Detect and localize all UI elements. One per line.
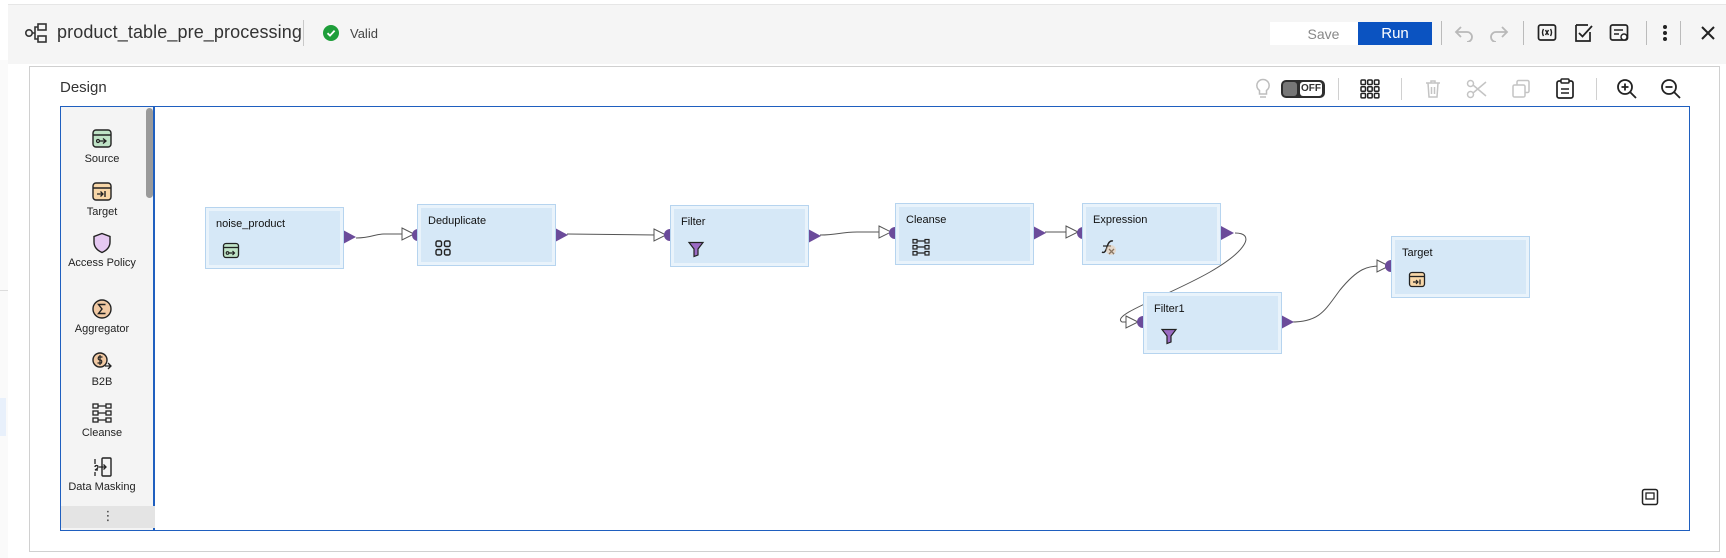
valid-check-icon — [323, 25, 339, 41]
cleanse-icon — [92, 403, 112, 423]
aggregator-icon — [92, 299, 112, 319]
fit-to-screen-icon[interactable] — [1641, 488, 1659, 506]
toolbar-divider — [1646, 21, 1647, 45]
access-policy-icon — [93, 232, 111, 254]
toolbar-divider — [1680, 21, 1681, 45]
palette-item-label: Aggregator — [74, 323, 130, 335]
palette-item-source[interactable]: Source — [61, 128, 143, 166]
palette-item-label: Access Policy — [68, 257, 136, 269]
node-target[interactable]: Target — [1391, 236, 1530, 298]
target-icon — [92, 182, 112, 201]
lightbulb-icon[interactable] — [1250, 76, 1276, 102]
mapping-icon — [24, 23, 47, 43]
left-edge — [0, 60, 8, 558]
node-deduplicate[interactable]: Deduplicate — [417, 204, 556, 266]
palette-item-aggregator[interactable]: Aggregator — [61, 298, 143, 336]
node-label: Cleanse — [906, 214, 947, 226]
design-title: Design — [60, 79, 107, 96]
palette-item-data-masking[interactable]: Data Masking — [61, 456, 143, 494]
filter-icon — [1160, 328, 1178, 345]
zoom-out-icon[interactable] — [1658, 76, 1684, 102]
node-label: noise_product — [216, 218, 286, 230]
palette-more-button[interactable]: ⋮ — [61, 506, 155, 528]
palette-item-label: B2B — [91, 376, 113, 388]
node-label: Expression — [1093, 214, 1148, 226]
node-cleanse[interactable]: Cleanse — [895, 203, 1034, 265]
node-label: Filter1 — [1154, 303, 1185, 315]
redo-icon[interactable] — [1487, 21, 1511, 45]
parameters-icon[interactable] — [1536, 21, 1560, 45]
recommendation-toggle[interactable]: OFF — [1281, 80, 1325, 98]
more-vertical-icon[interactable] — [1653, 21, 1677, 45]
node-noise-product[interactable]: noise_product — [205, 207, 344, 269]
node-expression[interactable]: Expression — [1082, 203, 1221, 265]
target-icon — [1408, 271, 1426, 288]
filter-icon — [687, 241, 705, 258]
palette-item-label: Cleanse — [81, 427, 123, 439]
validate-icon[interactable] — [1572, 21, 1596, 45]
expression-icon — [1101, 240, 1116, 255]
paste-icon[interactable] — [1552, 76, 1578, 102]
data-masking-icon — [94, 457, 112, 477]
copy-icon[interactable] — [1508, 76, 1534, 102]
cleanse-icon — [912, 238, 930, 256]
toolbar-divider — [1401, 78, 1402, 100]
toolbar-divider — [1523, 21, 1524, 45]
toggle-knob — [1283, 82, 1297, 96]
palette-item-access-policy[interactable]: Access Policy — [61, 232, 143, 270]
palette-item-target[interactable]: Target — [61, 181, 143, 219]
undo-icon[interactable] — [1452, 21, 1476, 45]
page-title: product_table_pre_processing — [57, 22, 302, 42]
delete-icon[interactable] — [1420, 76, 1446, 102]
node-filter1[interactable]: Filter1 — [1143, 292, 1282, 354]
toggle-label: OFF — [1300, 82, 1322, 96]
properties-icon[interactable] — [1608, 21, 1632, 45]
b2b-icon — [92, 352, 112, 370]
palette-item-label: Data Masking — [68, 481, 136, 493]
palette-item-b2b[interactable]: B2B — [61, 351, 143, 389]
run-button[interactable]: Run — [1358, 22, 1432, 45]
node-label: Filter — [681, 216, 706, 228]
toolbar-divider — [1338, 78, 1339, 100]
source-icon — [92, 129, 112, 148]
toolbar-divider — [1596, 78, 1597, 100]
node-filter[interactable]: Filter — [670, 205, 809, 267]
cut-icon[interactable] — [1464, 76, 1490, 102]
status-text: Valid — [350, 26, 378, 41]
node-label: Target — [1402, 247, 1433, 259]
palette-scrollbar[interactable] — [146, 108, 153, 198]
node-label: Deduplicate — [428, 215, 487, 227]
arrange-grid-icon[interactable] — [1357, 76, 1383, 102]
toolbar-divider — [1441, 21, 1442, 45]
title-divider — [303, 20, 304, 46]
palette-item-label: Source — [84, 153, 120, 165]
palette-item-label: Target — [86, 206, 118, 218]
deduplicate-icon — [435, 240, 451, 256]
zoom-in-icon[interactable] — [1614, 76, 1640, 102]
palette-item-cleanse[interactable]: Cleanse — [61, 402, 143, 440]
design-canvas[interactable] — [60, 106, 1690, 531]
source-icon — [222, 242, 240, 259]
close-icon[interactable] — [1696, 21, 1720, 45]
